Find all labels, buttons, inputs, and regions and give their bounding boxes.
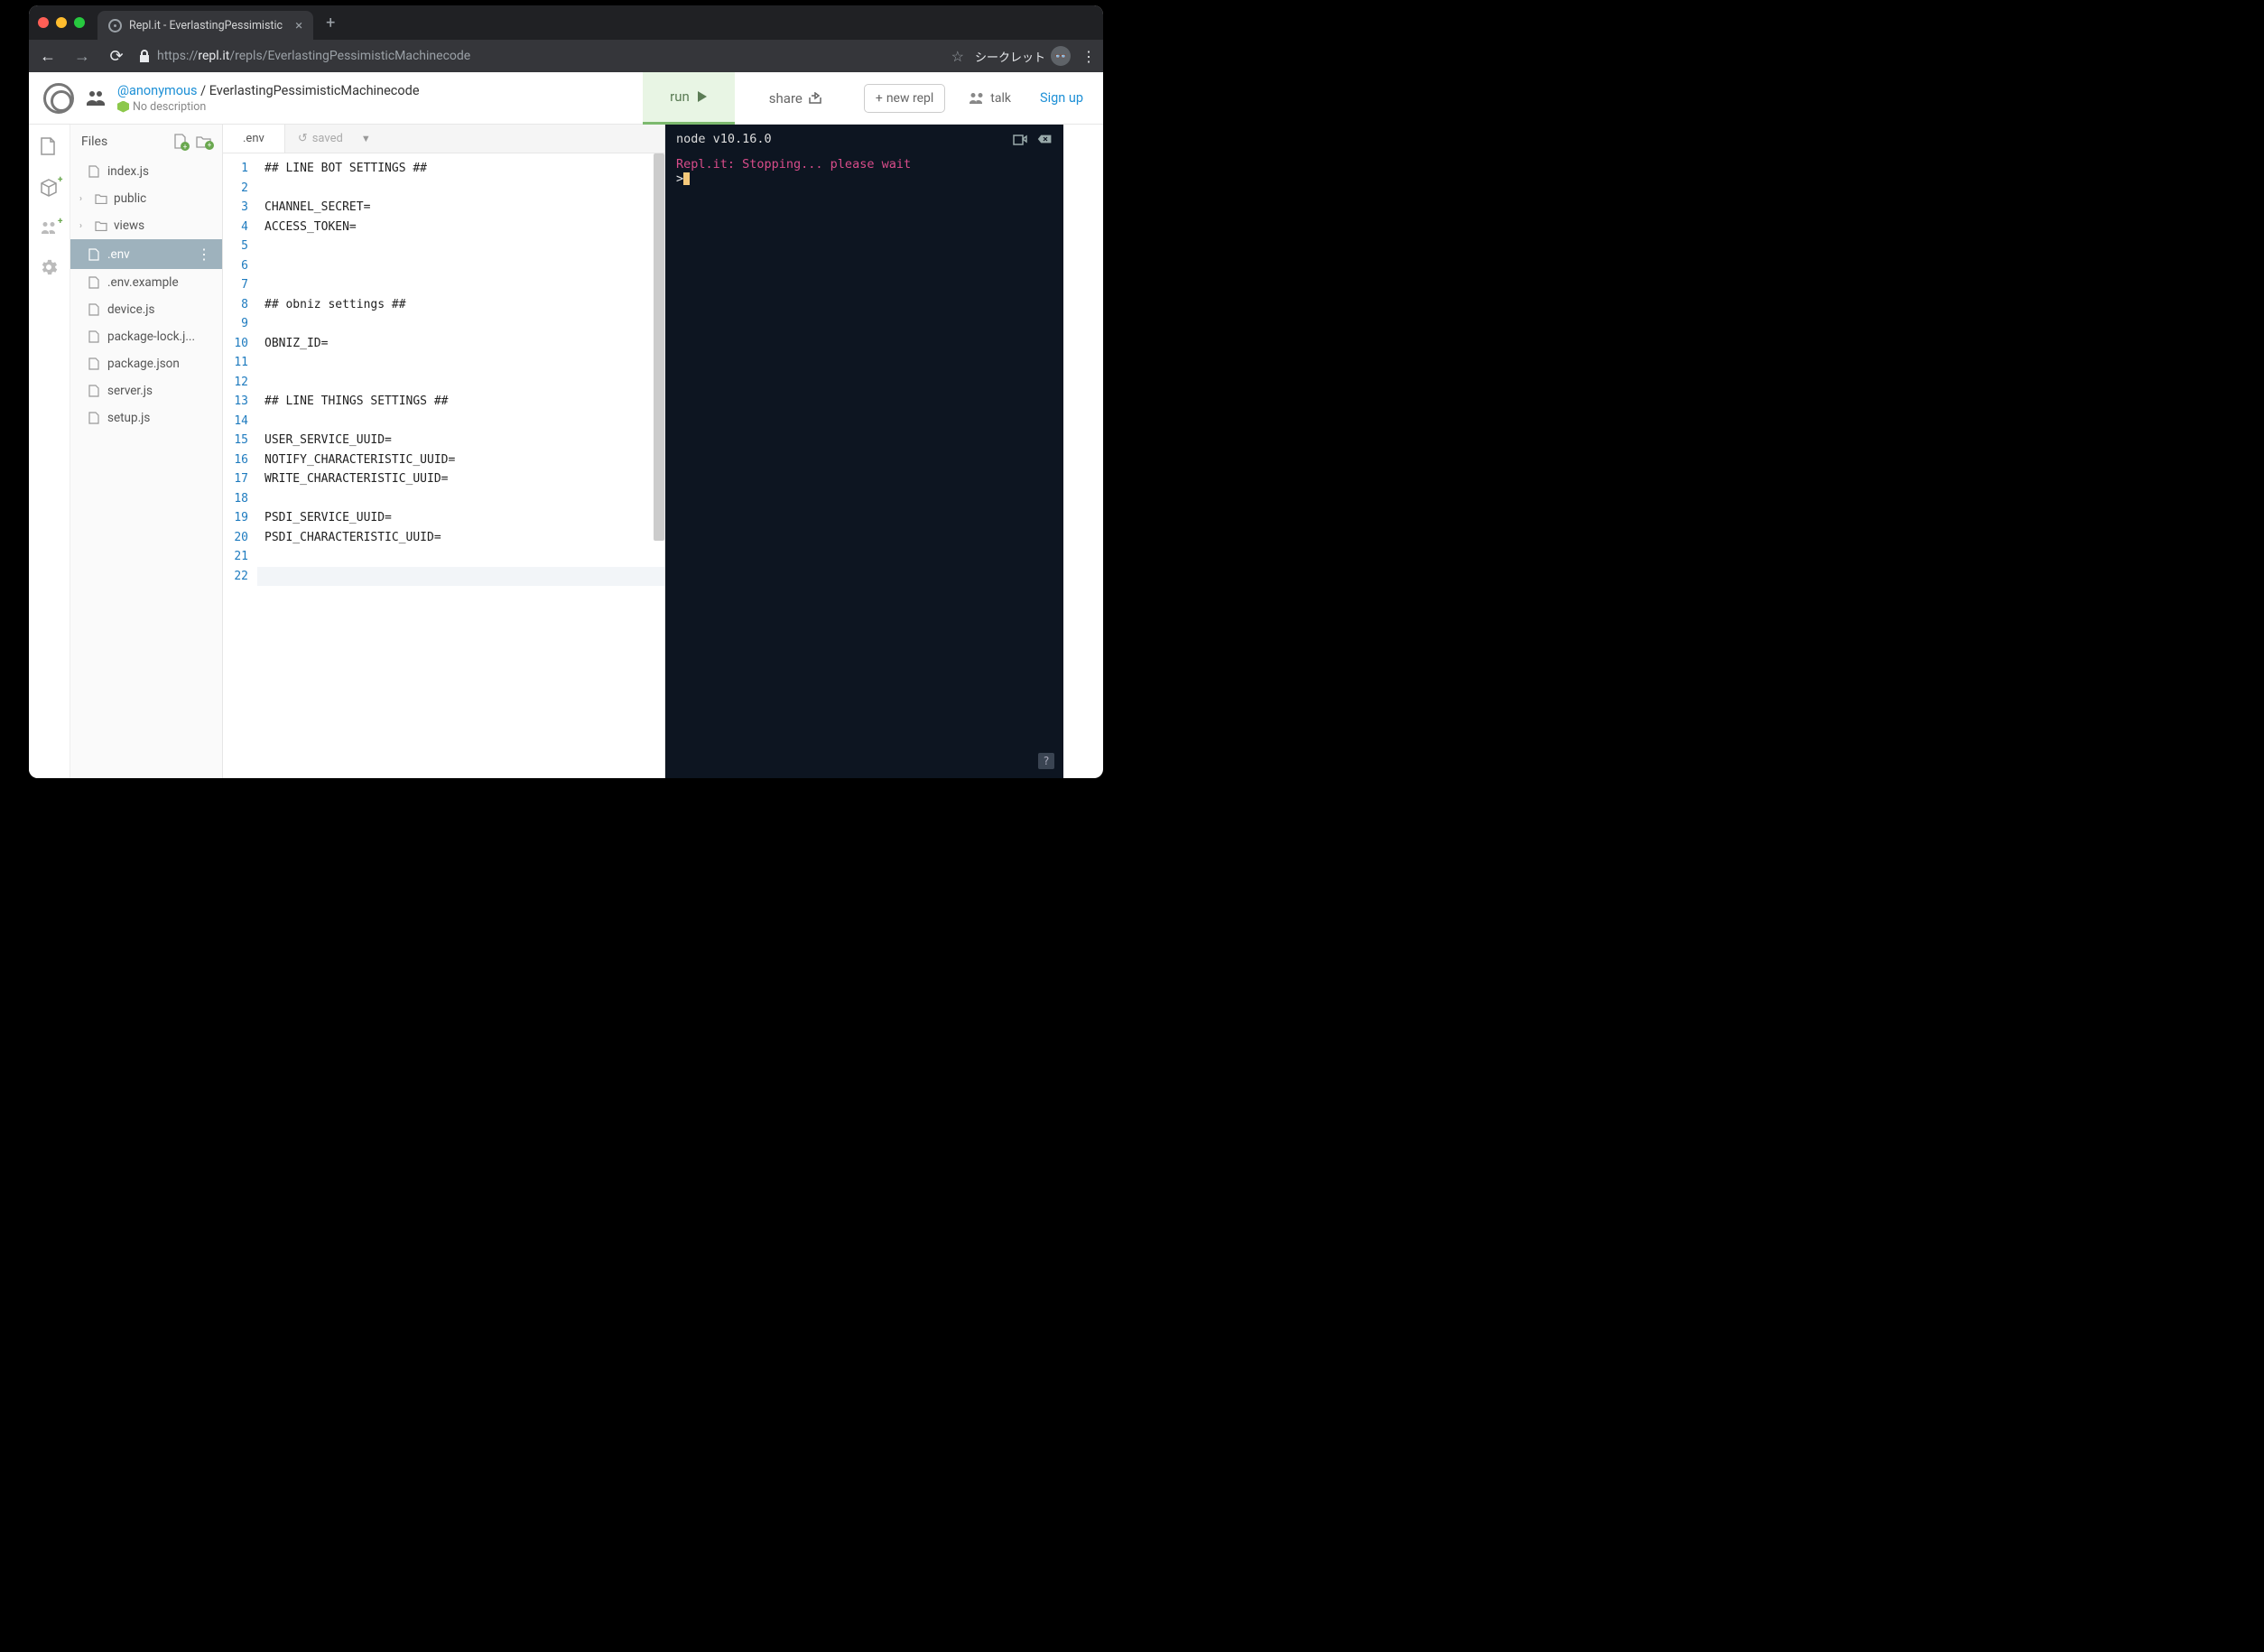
new-file-button[interactable]: + bbox=[173, 134, 187, 149]
tab-title: Repl.it - EverlastingPessimistic bbox=[129, 19, 283, 32]
history-icon: ↺ bbox=[298, 132, 308, 145]
browser-window: Repl.it - EverlastingPessimistic × + ← →… bbox=[29, 5, 1103, 778]
url-text: https://repl.it/repls/EverlastingPessimi… bbox=[157, 49, 470, 63]
close-window-button[interactable] bbox=[38, 17, 49, 28]
file-icon bbox=[88, 165, 101, 178]
incognito-indicator: シークレット 👓 bbox=[975, 46, 1071, 66]
lock-icon bbox=[139, 50, 150, 62]
file-item-server-js[interactable]: server.js bbox=[70, 377, 222, 404]
titlebar: Repl.it - EverlastingPessimistic × + bbox=[29, 5, 1103, 40]
open-external-icon[interactable] bbox=[1013, 133, 1027, 145]
file-icon bbox=[88, 385, 101, 397]
code-editor[interactable]: 12345678910111213141516171819202122 ## L… bbox=[223, 153, 664, 778]
saved-indicator: ↺ saved bbox=[298, 132, 343, 145]
bookmark-star-icon[interactable]: ☆ bbox=[951, 48, 964, 65]
maximize-window-button[interactable] bbox=[74, 17, 85, 28]
incognito-icon: 👓 bbox=[1051, 46, 1071, 66]
repl-name: EverlastingPessimisticMachinecode bbox=[209, 83, 420, 98]
editor-tab-env[interactable]: .env bbox=[223, 125, 285, 153]
file-panel-header: Files + + bbox=[70, 125, 222, 158]
new-tab-button[interactable]: + bbox=[326, 14, 335, 32]
file-item--env[interactable]: .env⋮ bbox=[70, 239, 222, 269]
folder-icon bbox=[95, 194, 107, 204]
window-controls bbox=[38, 17, 85, 28]
share-icon bbox=[808, 92, 822, 105]
chevron-down-icon[interactable]: ▼ bbox=[361, 133, 371, 144]
console-header: node v10.16.0 bbox=[665, 125, 1063, 153]
file-list: index.js›public›views.env⋮.env.examplede… bbox=[70, 158, 222, 432]
repl-description: No description bbox=[133, 100, 206, 114]
multiplayer-rail-icon[interactable] bbox=[40, 220, 60, 235]
console-body[interactable]: Repl.it: Stopping... please wait > bbox=[665, 153, 1063, 190]
editor-area: .env ↺ saved ▼ 1234567891011121314151617… bbox=[223, 125, 1103, 778]
replit-logo-icon[interactable] bbox=[43, 83, 74, 114]
people-icon bbox=[969, 92, 985, 105]
files-rail-icon[interactable] bbox=[40, 137, 60, 155]
console-pane: node v10.16.0 Repl.it: Stopping... pleas… bbox=[665, 125, 1063, 778]
forward-button[interactable]: → bbox=[70, 47, 94, 66]
settings-rail-icon[interactable] bbox=[40, 258, 60, 276]
share-button[interactable]: share bbox=[746, 72, 846, 125]
console-status: Repl.it: Stopping... please wait bbox=[676, 157, 1053, 172]
repl-info: @anonymous / EverlastingPessimisticMachi… bbox=[117, 83, 420, 114]
replit-favicon-icon bbox=[108, 19, 122, 32]
file-panel: Files + + index.js›public›views.env⋮.env… bbox=[70, 125, 223, 778]
icon-rail bbox=[29, 125, 70, 778]
browser-menu-button[interactable]: ⋮ bbox=[1081, 48, 1096, 65]
close-tab-icon[interactable]: × bbox=[295, 17, 302, 33]
nodejs-badge-icon bbox=[117, 101, 129, 113]
help-button[interactable]: ? bbox=[1038, 753, 1054, 769]
console-prompt-line: > bbox=[676, 172, 1053, 186]
file-item-setup-js[interactable]: setup.js bbox=[70, 404, 222, 432]
run-button[interactable]: run bbox=[643, 72, 735, 125]
user-link[interactable]: @anonymous bbox=[117, 83, 198, 98]
back-button[interactable]: ← bbox=[36, 47, 60, 66]
chevron-right-icon: › bbox=[79, 221, 88, 231]
app-body: Files + + index.js›public›views.env⋮.env… bbox=[29, 125, 1103, 778]
file-icon bbox=[88, 248, 101, 261]
address-bar: ← → ⟳ https://repl.it/repls/EverlastingP… bbox=[29, 40, 1103, 72]
multiplayer-icon[interactable] bbox=[85, 89, 107, 107]
new-folder-button[interactable]: + bbox=[196, 135, 211, 148]
files-label: Files bbox=[81, 135, 164, 149]
packages-rail-icon[interactable] bbox=[40, 179, 60, 197]
signup-link[interactable]: Sign up bbox=[1040, 90, 1083, 106]
chevron-right-icon: › bbox=[79, 194, 88, 204]
reload-button[interactable]: ⟳ bbox=[105, 47, 128, 66]
talk-button[interactable]: talk bbox=[969, 91, 1011, 106]
file-item-package-json[interactable]: package.json bbox=[70, 350, 222, 377]
editor-scrollbar[interactable] bbox=[654, 153, 664, 541]
file-icon bbox=[88, 330, 101, 343]
folder-icon bbox=[95, 221, 107, 231]
file-item-device-js[interactable]: device.js bbox=[70, 296, 222, 323]
plus-icon: + bbox=[876, 91, 883, 106]
file-item--env-example[interactable]: .env.example bbox=[70, 269, 222, 296]
minimize-window-button[interactable] bbox=[56, 17, 67, 28]
file-more-icon[interactable]: ⋮ bbox=[197, 246, 211, 263]
editor-pane: .env ↺ saved ▼ 1234567891011121314151617… bbox=[223, 125, 665, 778]
app-header: @anonymous / EverlastingPessimisticMachi… bbox=[29, 72, 1103, 125]
file-icon bbox=[88, 276, 101, 289]
file-item-public[interactable]: ›public bbox=[70, 185, 222, 212]
new-repl-button[interactable]: + new repl bbox=[864, 84, 945, 113]
file-item-views[interactable]: ›views bbox=[70, 212, 222, 239]
file-item-package-lock-j---[interactable]: package-lock.j... bbox=[70, 323, 222, 350]
url-bar[interactable]: https://repl.it/repls/EverlastingPessimi… bbox=[139, 49, 941, 63]
editor-tabs: .env ↺ saved ▼ bbox=[223, 125, 664, 153]
file-icon bbox=[88, 412, 101, 424]
browser-tab[interactable]: Repl.it - EverlastingPessimistic × bbox=[97, 11, 313, 40]
play-icon bbox=[697, 90, 708, 103]
code-lines: ## LINE BOT SETTINGS ## CHANNEL_SECRET=A… bbox=[257, 153, 664, 778]
cursor-icon bbox=[683, 172, 690, 185]
file-item-index-js[interactable]: index.js bbox=[70, 158, 222, 185]
file-icon bbox=[88, 303, 101, 316]
file-icon bbox=[88, 357, 101, 370]
node-version: node v10.16.0 bbox=[676, 132, 1004, 146]
line-gutter: 12345678910111213141516171819202122 bbox=[223, 153, 257, 778]
clear-console-icon[interactable] bbox=[1036, 134, 1053, 144]
